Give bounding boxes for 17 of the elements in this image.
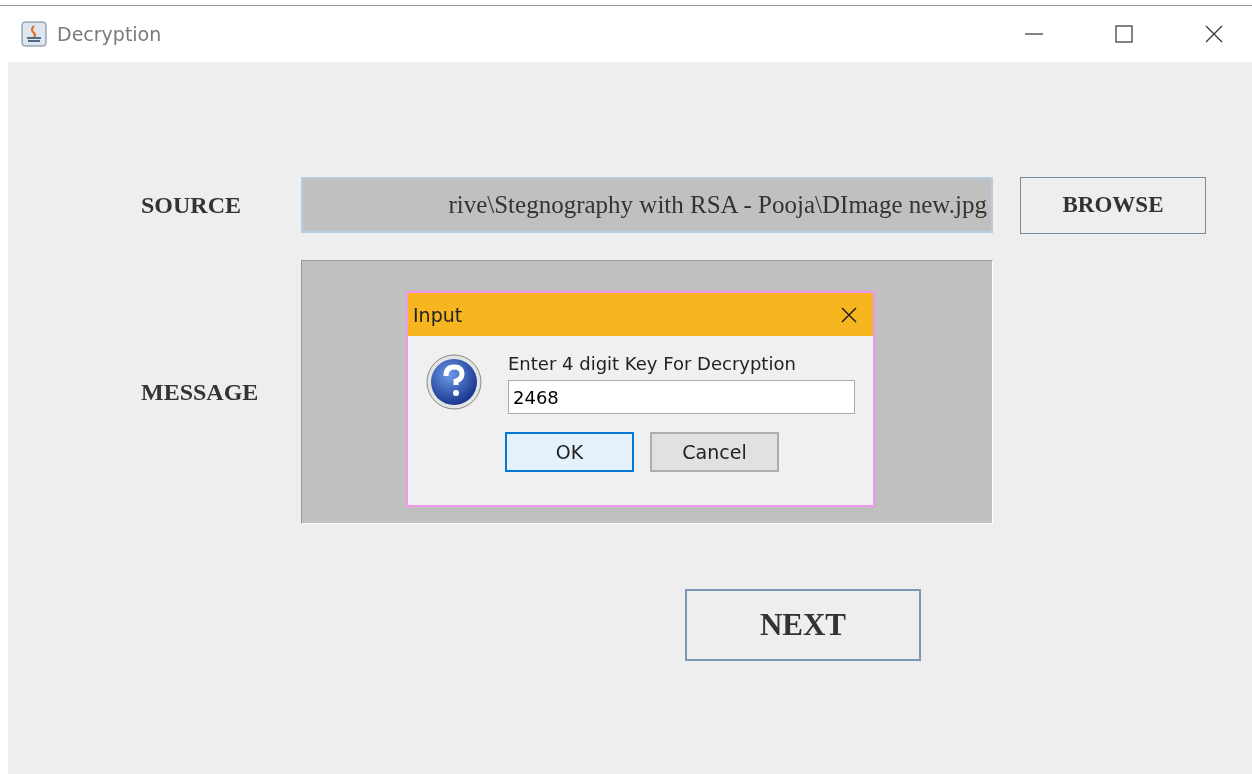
prompt-text: Enter 4 digit Key For Decryption bbox=[508, 353, 797, 374]
next-button[interactable]: NEXT bbox=[685, 589, 921, 661]
message-area[interactable]: Input Enter 4 digit Key For Decryption 2468 OK Cancel bbox=[301, 260, 993, 524]
close-icon[interactable] bbox=[1204, 24, 1224, 44]
close-icon[interactable] bbox=[839, 304, 859, 325]
question-icon bbox=[425, 353, 483, 411]
browse-button[interactable]: BROWSE bbox=[1020, 176, 1206, 234]
app-icon bbox=[21, 21, 47, 47]
source-path-field[interactable]: rive\Stegnography with RSA - Pooja\DImage new.jpg bbox=[301, 177, 993, 233]
dialog-title: Input bbox=[413, 303, 463, 326]
window-title: Decryption bbox=[57, 23, 162, 45]
ok-button[interactable]: OK bbox=[505, 432, 634, 472]
cancel-button[interactable]: Cancel bbox=[650, 432, 779, 472]
maximize-icon[interactable] bbox=[1114, 24, 1134, 44]
key-input-field[interactable]: 2468 bbox=[508, 380, 855, 414]
message-label: MESSAGE bbox=[140, 378, 260, 406]
source-label: SOURCE bbox=[140, 191, 243, 219]
